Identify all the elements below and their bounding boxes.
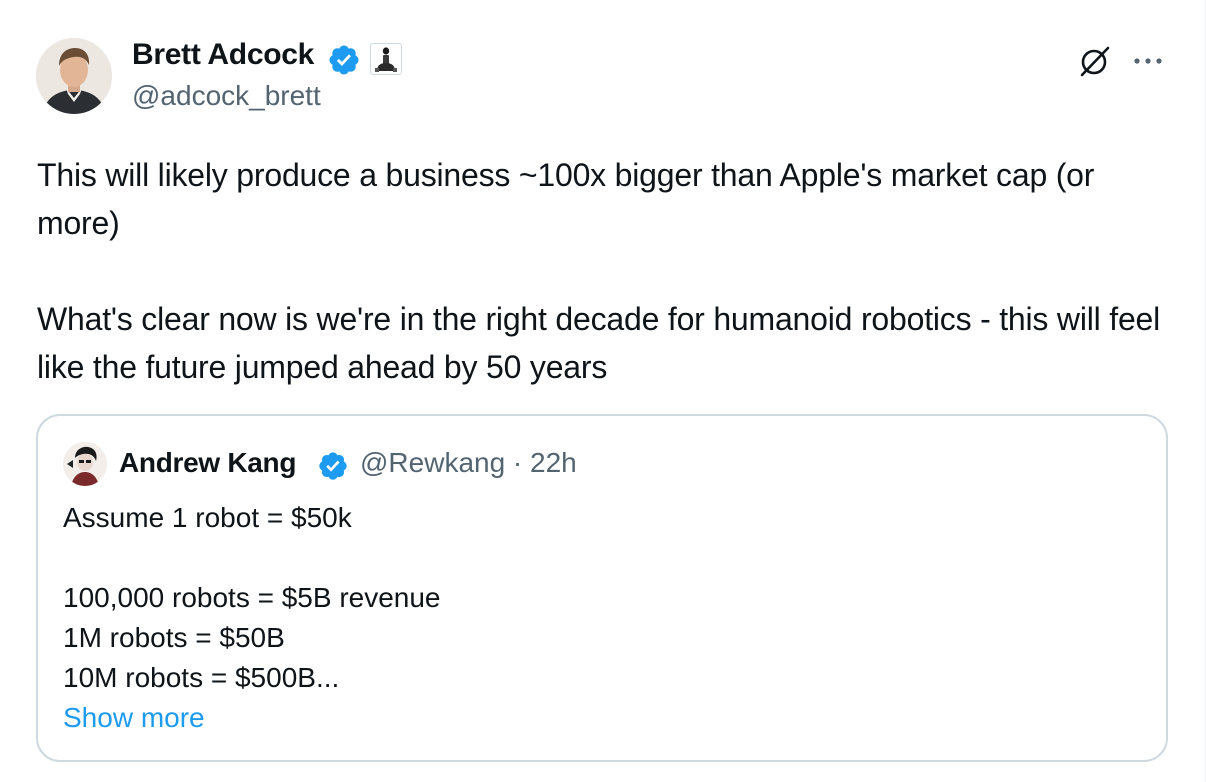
author-name[interactable]: Brett Adcock [132,38,314,72]
quote-line: Assume 1 robot = $50k [63,502,352,533]
post-text-paragraph: What's clear now is we're in the right d… [37,301,1161,385]
grok-slash-circle-icon[interactable] [1077,43,1113,79]
verified-badge-icon[interactable] [327,43,361,77]
post-text: This will likely produce a business ~100… [37,151,1177,391]
quote-line: 100,000 robots = $5B revenue [63,582,441,613]
post-text-paragraph: This will likely produce a business ~100… [37,157,1095,241]
quote-author-name[interactable]: Andrew Kang [119,447,296,479]
quote-line: 1M robots = $50B [63,622,285,653]
show-more-link[interactable]: Show more [63,698,1143,738]
quote-handle-and-time[interactable]: @Rewkang · 22h [360,447,577,479]
figure-robot-affiliate-icon[interactable] [370,43,402,75]
quote-author-avatar[interactable] [63,442,107,486]
verified-badge-icon[interactable] [317,450,349,482]
quote-line: 10M robots = $500B... [63,662,340,693]
quote-author-avatar-image [63,442,107,486]
author-handle[interactable]: @adcock_brett [132,80,321,112]
tweet: Brett Adcock @adcock_brett This will lik… [0,0,1206,782]
quoted-tweet-card[interactable]: Andrew Kang @Rewkang · 22h Assume 1 robo… [36,414,1168,762]
author-avatar[interactable] [36,38,112,114]
author-avatar-image [36,38,112,114]
more-dots-icon[interactable] [1131,46,1165,76]
quote-text: Assume 1 robot = $50k 100,000 robots = $… [63,498,1143,738]
